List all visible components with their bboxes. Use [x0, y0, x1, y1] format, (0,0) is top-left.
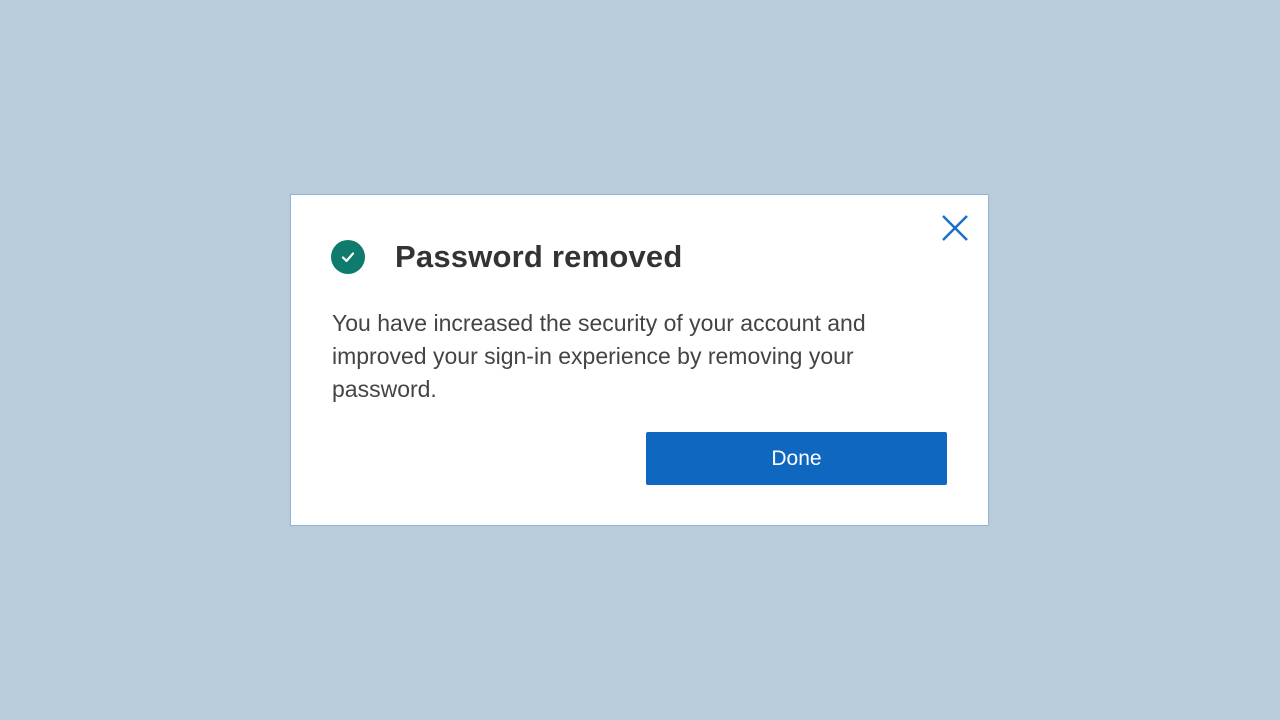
done-button[interactable]: Done: [646, 432, 947, 485]
dialog-title: Password removed: [395, 239, 683, 274]
dialog-header: Password removed: [331, 239, 682, 275]
check-circle-icon: [331, 240, 365, 274]
close-button[interactable]: [940, 213, 970, 243]
dialog-message: You have increased the security of your …: [332, 310, 866, 402]
close-icon: [942, 215, 968, 241]
password-removed-dialog: Password removed You have increased the …: [290, 194, 989, 526]
